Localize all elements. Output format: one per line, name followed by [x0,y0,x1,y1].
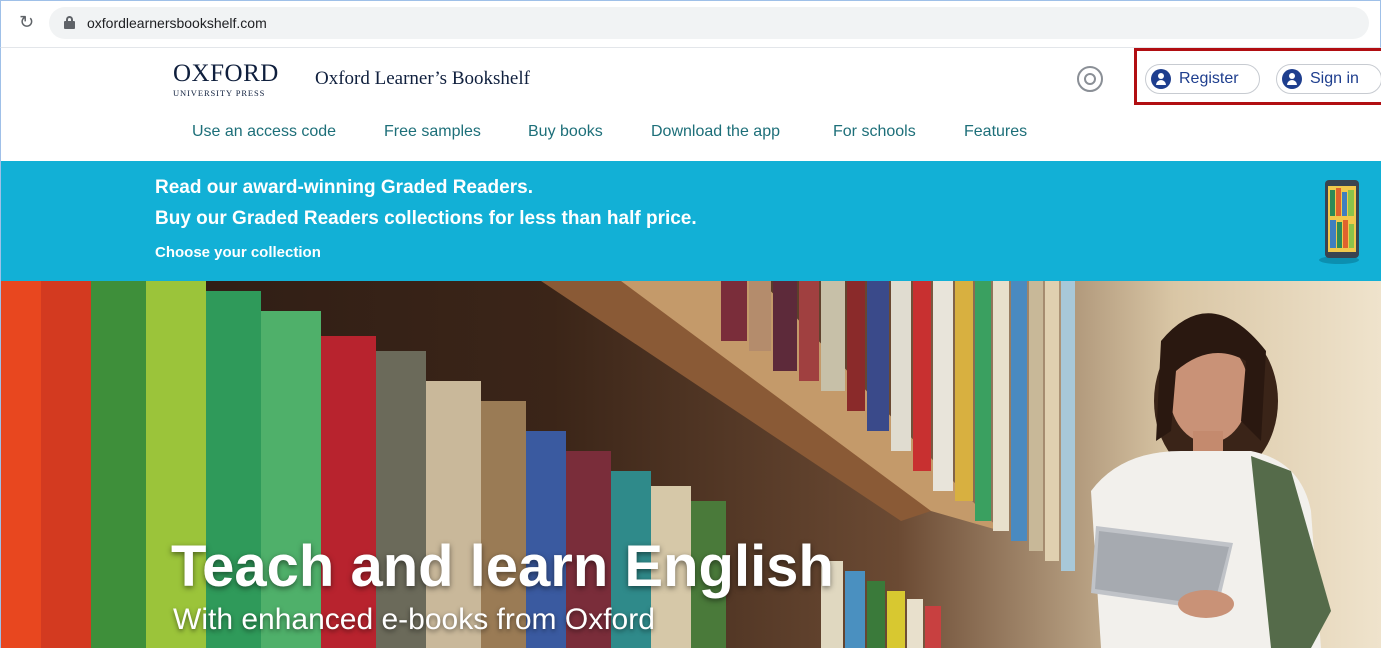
nav-features[interactable]: Features [964,123,1027,141]
url-text[interactable]: oxfordlearnersbookshelf.com [87,15,267,31]
promo-banner[interactable]: Read our award-winning Graded Readers. B… [0,161,1381,281]
browser-address-bar: ↻ oxfordlearnersbookshelf.com [0,0,1381,48]
sign-in-label: Sign in [1310,70,1359,87]
promo-subheadline: Buy our Graded Readers collections for l… [155,208,697,229]
user-icon [1151,69,1171,89]
nav-use-access-code[interactable]: Use an access code [192,123,336,141]
promo-headline: Read our award-winning Graded Readers. [155,177,533,198]
promo-choose-collection-link[interactable]: Choose your collection [155,244,321,261]
hero-title: Teach and learn English [171,534,834,599]
hero-subtitle: With enhanced e-books from Oxford [173,603,655,636]
nav-free-samples[interactable]: Free samples [384,123,481,141]
register-button[interactable]: Register [1145,64,1260,94]
url-bar[interactable]: oxfordlearnersbookshelf.com [49,7,1369,39]
oxford-logo[interactable]: OXFORD UNIVERSITY PRESS [173,60,291,98]
help-lifebuoy-icon[interactable] [1077,66,1103,92]
site-header: OXFORD UNIVERSITY PRESS Oxford Learner’s… [0,48,1381,161]
logo-sub-text: UNIVERSITY PRESS [173,88,266,98]
nav-for-schools[interactable]: For schools [833,123,916,141]
reload-icon[interactable]: ↻ [19,12,39,32]
nav-download-app[interactable]: Download the app [651,123,780,141]
phone-books-illustration [1319,180,1359,264]
sign-in-button[interactable]: Sign in [1276,64,1381,94]
logo-main-text: OXFORD [173,60,279,87]
register-label: Register [1179,70,1239,87]
lock-icon [64,16,75,30]
hero-banner: Teach and learn English With enhanced e-… [0,281,1381,648]
site-title[interactable]: Oxford Learner’s Bookshelf [315,68,530,90]
nav-buy-books[interactable]: Buy books [528,123,603,141]
user-icon [1282,69,1302,89]
main-nav: Use an access code Free samples Buy book… [1,123,1381,147]
